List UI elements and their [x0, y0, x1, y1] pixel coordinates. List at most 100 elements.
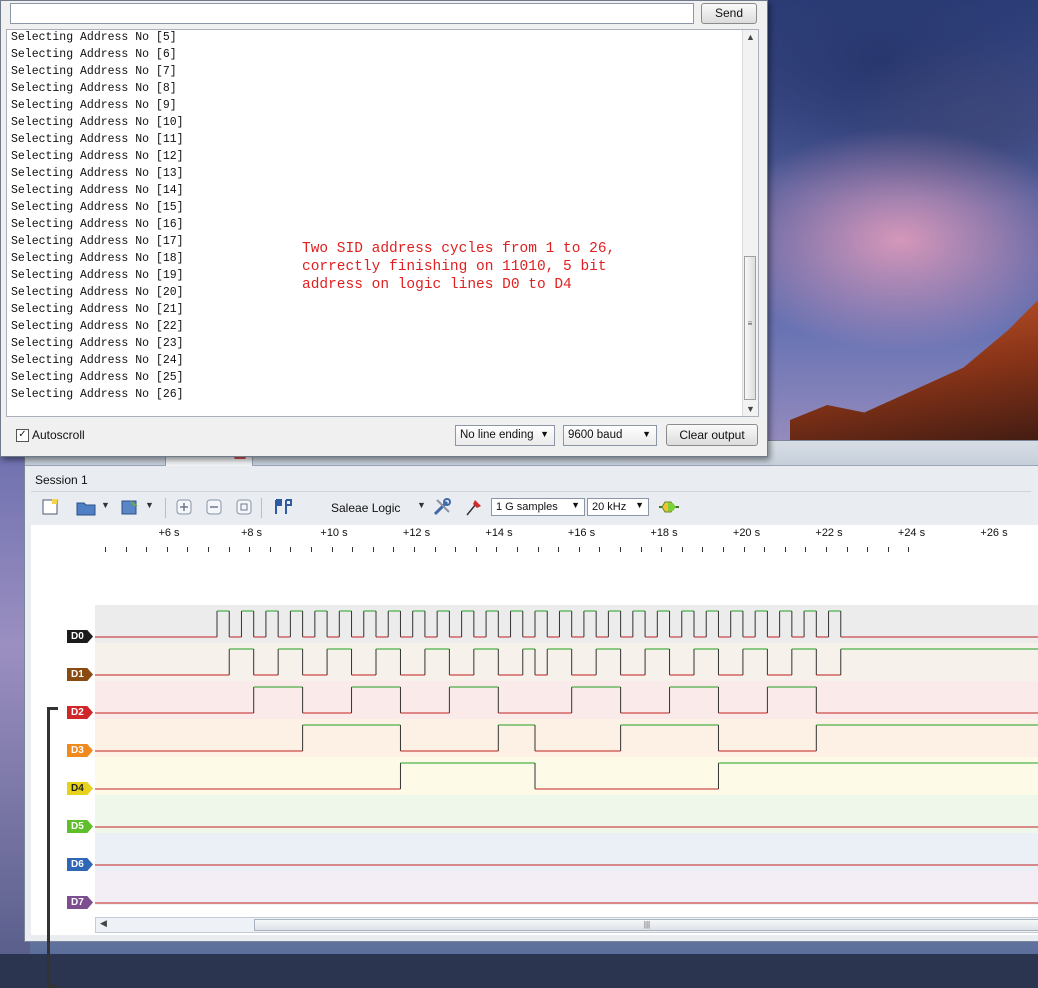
markers-icon[interactable] [271, 496, 293, 518]
time-tick [393, 547, 395, 552]
zoom-in-icon[interactable] [173, 496, 195, 518]
clear-output-button[interactable]: Clear output [666, 424, 758, 446]
scroll-left-icon[interactable]: ◀ [100, 918, 107, 929]
line-ending-select[interactable]: No line ending ▼ [455, 425, 555, 446]
session-title: Session 1 [35, 473, 88, 487]
probe-icon[interactable] [463, 496, 485, 518]
channel-labels: D0 D1 D2 D3 D4 D5 D6 D7 [31, 605, 95, 988]
tools-icon[interactable] [431, 496, 453, 518]
channel-tag-d2[interactable]: D2 [67, 706, 93, 719]
time-tick [455, 547, 457, 552]
autoscroll-label: Autoscroll [32, 428, 85, 442]
output-line: Selecting Address No [16] [11, 218, 184, 231]
waveform-lanes[interactable] [95, 605, 1038, 909]
send-input[interactable] [10, 3, 694, 24]
chevron-down-icon: ▼ [540, 429, 549, 439]
waveform-svg [95, 605, 1038, 909]
serial-monitor-window: Send Selecting Address No [5] Selecting A… [0, 0, 768, 457]
channel-tag-d4[interactable]: D4 [67, 782, 93, 795]
time-tick-label: +16 s [567, 527, 596, 539]
time-tick-label: +24 s [897, 527, 926, 539]
time-tick-label: +26 s [980, 527, 1008, 539]
channel-tag-d1[interactable]: D1 [67, 668, 93, 681]
time-tick [805, 547, 807, 552]
time-tick-label: +6 s [158, 527, 180, 539]
output-line: Selecting Address No [20] [11, 286, 184, 299]
time-tick [640, 547, 642, 552]
toolbar-divider [165, 498, 166, 518]
zoom-out-icon[interactable] [203, 496, 225, 518]
time-tick [558, 547, 560, 552]
time-tick [475, 547, 477, 552]
chevron-down-icon[interactable]: ▼ [145, 500, 154, 510]
time-tick [702, 547, 704, 552]
output-line: Selecting Address No [23] [11, 337, 184, 350]
line-ending-value: No line ending [460, 429, 534, 441]
time-tick-label: +12 s [402, 527, 431, 539]
start-capture-icon[interactable] [657, 496, 679, 518]
time-tick [578, 547, 580, 552]
channel-tag-d0[interactable]: D0 [67, 630, 93, 643]
scrollbar-thumb[interactable]: ||| [254, 919, 1038, 931]
output-line: Selecting Address No [22] [11, 320, 184, 333]
baud-select[interactable]: 9600 baud ▼ [563, 425, 657, 446]
time-tick [826, 547, 827, 552]
time-tick [208, 547, 209, 552]
channel-tag-d5[interactable]: D5 [67, 820, 93, 833]
time-tick [249, 547, 251, 552]
output-line: Selecting Address No [9] [11, 99, 177, 112]
output-line: Selecting Address No [15] [11, 201, 184, 214]
chevron-down-icon: ▼ [642, 429, 651, 439]
channel-tag-d6[interactable]: D6 [67, 858, 93, 871]
time-tick [331, 547, 333, 552]
time-tick [290, 547, 292, 552]
time-tick-label: +14 s [485, 527, 513, 539]
time-tick-label: +18 s [650, 527, 678, 539]
toolbar-divider [261, 498, 262, 518]
chevron-down-icon[interactable]: ▼ [101, 500, 110, 510]
time-tick [517, 547, 518, 552]
annotation-line: correctly finishing on 11010, 5 bit [302, 259, 607, 275]
time-tick [496, 547, 498, 552]
output-line: Selecting Address No [26] [11, 388, 184, 401]
serial-output[interactable]: Selecting Address No [5] Selecting Addres… [6, 29, 759, 417]
time-tick [311, 547, 312, 552]
time-tick [372, 547, 374, 552]
rate-select[interactable]: 20 kHz ▼ [587, 498, 649, 516]
time-tick [743, 547, 745, 552]
vertical-scrollbar[interactable]: ▲ ≡ ▼ [742, 30, 758, 416]
time-tick [537, 547, 539, 552]
time-tick-label: +10 s [320, 527, 348, 539]
horizontal-scrollbar[interactable]: ◀ ||| [95, 917, 1038, 933]
scroll-down-icon[interactable]: ▼ [746, 404, 755, 414]
new-session-icon[interactable] [39, 496, 61, 518]
samples-select[interactable]: 1 G samples ▼ [491, 498, 585, 516]
autoscroll-checkbox[interactable]: ✓ [16, 429, 29, 442]
output-line: Selecting Address No [8] [11, 82, 177, 95]
time-tick [784, 547, 786, 552]
channel-tag-d3[interactable]: D3 [67, 744, 93, 757]
annotation-line: Two SID address cycles from 1 to 26, [302, 241, 616, 257]
scrollbar-thumb[interactable]: ≡ [744, 256, 756, 400]
chevron-down-icon: ▼ [635, 500, 644, 510]
send-button[interactable]: Send [701, 3, 757, 24]
open-folder-icon[interactable] [75, 496, 97, 518]
output-line: Selecting Address No [13] [11, 167, 184, 180]
zoom-fit-icon[interactable] [233, 496, 255, 518]
save-icon[interactable] [119, 496, 141, 518]
channel-group-bracket [47, 707, 58, 988]
time-tick [846, 547, 848, 552]
time-tick [723, 547, 724, 552]
logic-toolbar: ▼ ▼ Saleae Logic ▼ 1 G samples ▼ 20 kHz … [31, 491, 1031, 524]
time-ruler[interactable]: +6 s +8 s +10 s +12 s +14 s +16 s +18 s +20 s +2… [95, 525, 1038, 605]
scroll-up-icon[interactable]: ▲ [746, 32, 755, 42]
output-line: Selecting Address No [25] [11, 371, 184, 384]
output-line: Selecting Address No [12] [11, 150, 184, 163]
time-tick-label: +8 s [240, 527, 263, 539]
channel-tag-d7[interactable]: D7 [67, 896, 93, 909]
chevron-down-icon[interactable]: ▼ [417, 500, 426, 510]
rate-value: 20 kHz [592, 501, 627, 513]
time-tick [681, 547, 683, 552]
waveform-view[interactable]: +6 s +8 s +10 s +12 s +14 s +16 s +18 s +20 s +2… [31, 525, 1038, 988]
channel-lane [95, 871, 1038, 909]
